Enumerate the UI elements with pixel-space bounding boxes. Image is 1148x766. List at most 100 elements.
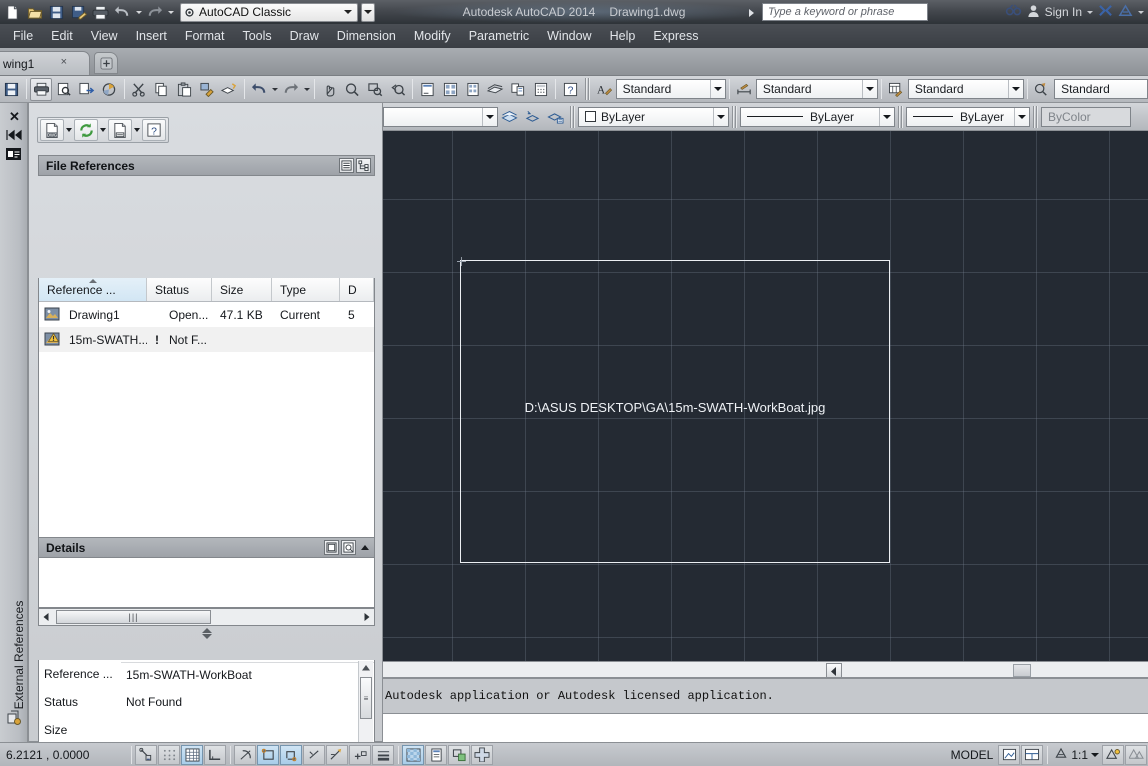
list-view-icon[interactable] <box>339 158 354 173</box>
details-scroll-thumb[interactable]: ≡ <box>360 677 372 719</box>
annotation-monitor-icon[interactable] <box>471 744 493 765</box>
changepath-icon[interactable] <box>108 119 132 141</box>
new-icon[interactable] <box>2 2 23 22</box>
command-input[interactable] <box>383 713 1148 743</box>
publish-icon[interactable] <box>75 78 98 101</box>
dim-style-combo[interactable]: Standard <box>755 79 879 99</box>
qsave-icon[interactable] <box>0 78 23 101</box>
redo-icon[interactable] <box>280 78 303 101</box>
dynamic-ucs-icon[interactable] <box>326 744 348 765</box>
object-snap-icon[interactable] <box>257 744 279 765</box>
redo-dropdown-icon[interactable] <box>302 79 311 99</box>
details-value[interactable]: 15m-SWATH-WorkBoat <box>121 662 374 686</box>
search-help-icon[interactable] <box>1005 4 1022 20</box>
dynamic-input-icon[interactable] <box>349 744 371 765</box>
qat-overflow-icon[interactable] <box>361 2 375 22</box>
text-style-combo[interactable]: Standard <box>615 79 727 99</box>
chevron-down-icon[interactable] <box>713 107 728 126</box>
refresh-icon[interactable] <box>74 119 98 141</box>
menu-view[interactable]: View <box>82 26 127 46</box>
tool-palettes-icon[interactable] <box>461 78 484 101</box>
search-input[interactable]: Type a keyword or phrase <box>762 3 928 21</box>
autodesk-360-dropdown-icon[interactable] <box>1138 10 1144 14</box>
transparency-icon[interactable] <box>402 744 424 765</box>
zoom-previous-icon[interactable] <box>386 78 409 101</box>
exchange-app-icon[interactable] <box>1098 4 1113 21</box>
chevron-down-icon[interactable] <box>879 107 894 126</box>
ortho-mode-icon[interactable] <box>204 744 226 765</box>
tree-view-icon[interactable] <box>356 158 371 173</box>
linetype-combo[interactable]: ByLayer <box>740 106 895 127</box>
auto-scale-icon[interactable] <box>1125 744 1147 765</box>
coordinates-display[interactable]: 6.2121 , 0.0000 <box>0 748 128 762</box>
menu-insert[interactable]: Insert <box>127 26 176 46</box>
table-row[interactable]: 15m-SWATH... ! Not F... <box>39 327 374 352</box>
menu-format[interactable]: Format <box>176 26 234 46</box>
user-avatar-icon[interactable] <box>1027 4 1040 21</box>
lineweight-combo[interactable]: ByLayer <box>906 106 1030 127</box>
canvas-scroll-thumb-secondary[interactable] <box>1013 664 1031 677</box>
scroll-left-icon[interactable] <box>39 609 54 625</box>
quickcalc-icon[interactable] <box>530 78 553 101</box>
unresolved-xref-frame[interactable]: D:\ASUS DESKTOP\GA\15m-SWATH-WorkBoat.jp… <box>460 260 890 563</box>
lineweight-icon[interactable] <box>372 744 394 765</box>
selection-cycling-icon[interactable] <box>448 744 470 765</box>
palette-properties-icon[interactable] <box>5 147 22 164</box>
snap-mode-icon[interactable] <box>158 744 180 765</box>
menu-window[interactable]: Window <box>538 26 600 46</box>
plot-icon[interactable] <box>29 77 53 101</box>
column-size[interactable]: Size <box>212 278 272 301</box>
color-combo[interactable]: ByLayer <box>578 106 729 127</box>
redo-dropdown-icon[interactable] <box>166 2 175 22</box>
model-space-icon[interactable] <box>998 744 1021 765</box>
column-date[interactable]: D <box>340 278 374 301</box>
menu-file[interactable]: File <box>4 26 42 46</box>
layer-combo[interactable] <box>383 106 498 127</box>
menu-parametric[interactable]: Parametric <box>460 26 538 46</box>
match-layer-icon[interactable] <box>218 78 241 101</box>
annotation-scale-control[interactable]: 1:1 <box>1051 747 1102 763</box>
chevron-down-icon[interactable] <box>1008 80 1023 98</box>
mleader-style-icon[interactable] <box>1031 78 1054 101</box>
chevron-down-icon[interactable] <box>341 10 355 14</box>
menu-edit[interactable]: Edit <box>42 26 82 46</box>
grid-display-icon[interactable] <box>181 744 203 765</box>
zoom-realtime-icon[interactable] <box>341 78 364 101</box>
toolbar-grip[interactable] <box>898 105 903 128</box>
menu-modify[interactable]: Modify <box>405 26 460 46</box>
column-type[interactable]: Type <box>272 278 340 301</box>
infer-constraints-icon[interactable] <box>135 744 157 765</box>
designcenter-icon[interactable] <box>439 78 462 101</box>
menu-tools[interactable]: Tools <box>233 26 280 46</box>
collapse-icon[interactable] <box>358 540 371 555</box>
table-style-combo[interactable]: Standard <box>907 79 1025 99</box>
space-label[interactable]: MODEL <box>946 748 999 762</box>
save-as-icon[interactable] <box>68 2 89 22</box>
table-style-icon[interactable] <box>885 78 908 101</box>
refresh-dropdown-icon[interactable] <box>98 119 108 141</box>
drawing-canvas[interactable]: D:\ASUS DESKTOP\GA\15m-SWATH-WorkBoat.jp… <box>383 131 1148 661</box>
preview-view-icon[interactable] <box>341 540 356 555</box>
annotation-visibility-icon[interactable] <box>1102 744 1124 765</box>
scroll-right-icon[interactable] <box>359 609 374 625</box>
3dprint-icon[interactable] <box>98 78 121 101</box>
redo-icon[interactable] <box>144 2 165 22</box>
copy-icon[interactable] <box>150 78 173 101</box>
column-status[interactable]: Status <box>147 278 212 301</box>
plot-icon[interactable] <box>90 2 111 22</box>
paste-icon[interactable] <box>173 78 196 101</box>
toolbar-grip[interactable] <box>732 105 737 128</box>
markup-set-icon[interactable] <box>507 78 530 101</box>
attach-dwg-icon[interactable]: DWG <box>40 119 64 141</box>
hscroll-thumb[interactable]: ||| <box>56 610 211 624</box>
dim-style-icon[interactable] <box>733 78 756 101</box>
layout-space-icon[interactable] <box>1021 744 1044 765</box>
toolbar-grip[interactable] <box>1033 105 1038 128</box>
menu-help[interactable]: Help <box>601 26 645 46</box>
attach-dropdown-icon[interactable] <box>64 119 74 141</box>
chevron-down-icon[interactable] <box>710 80 725 98</box>
help-icon[interactable]: ? <box>559 78 582 101</box>
text-style-icon[interactable]: A <box>593 78 616 101</box>
properties-palette-icon[interactable] <box>416 78 439 101</box>
toolbar-grip[interactable] <box>584 78 590 100</box>
